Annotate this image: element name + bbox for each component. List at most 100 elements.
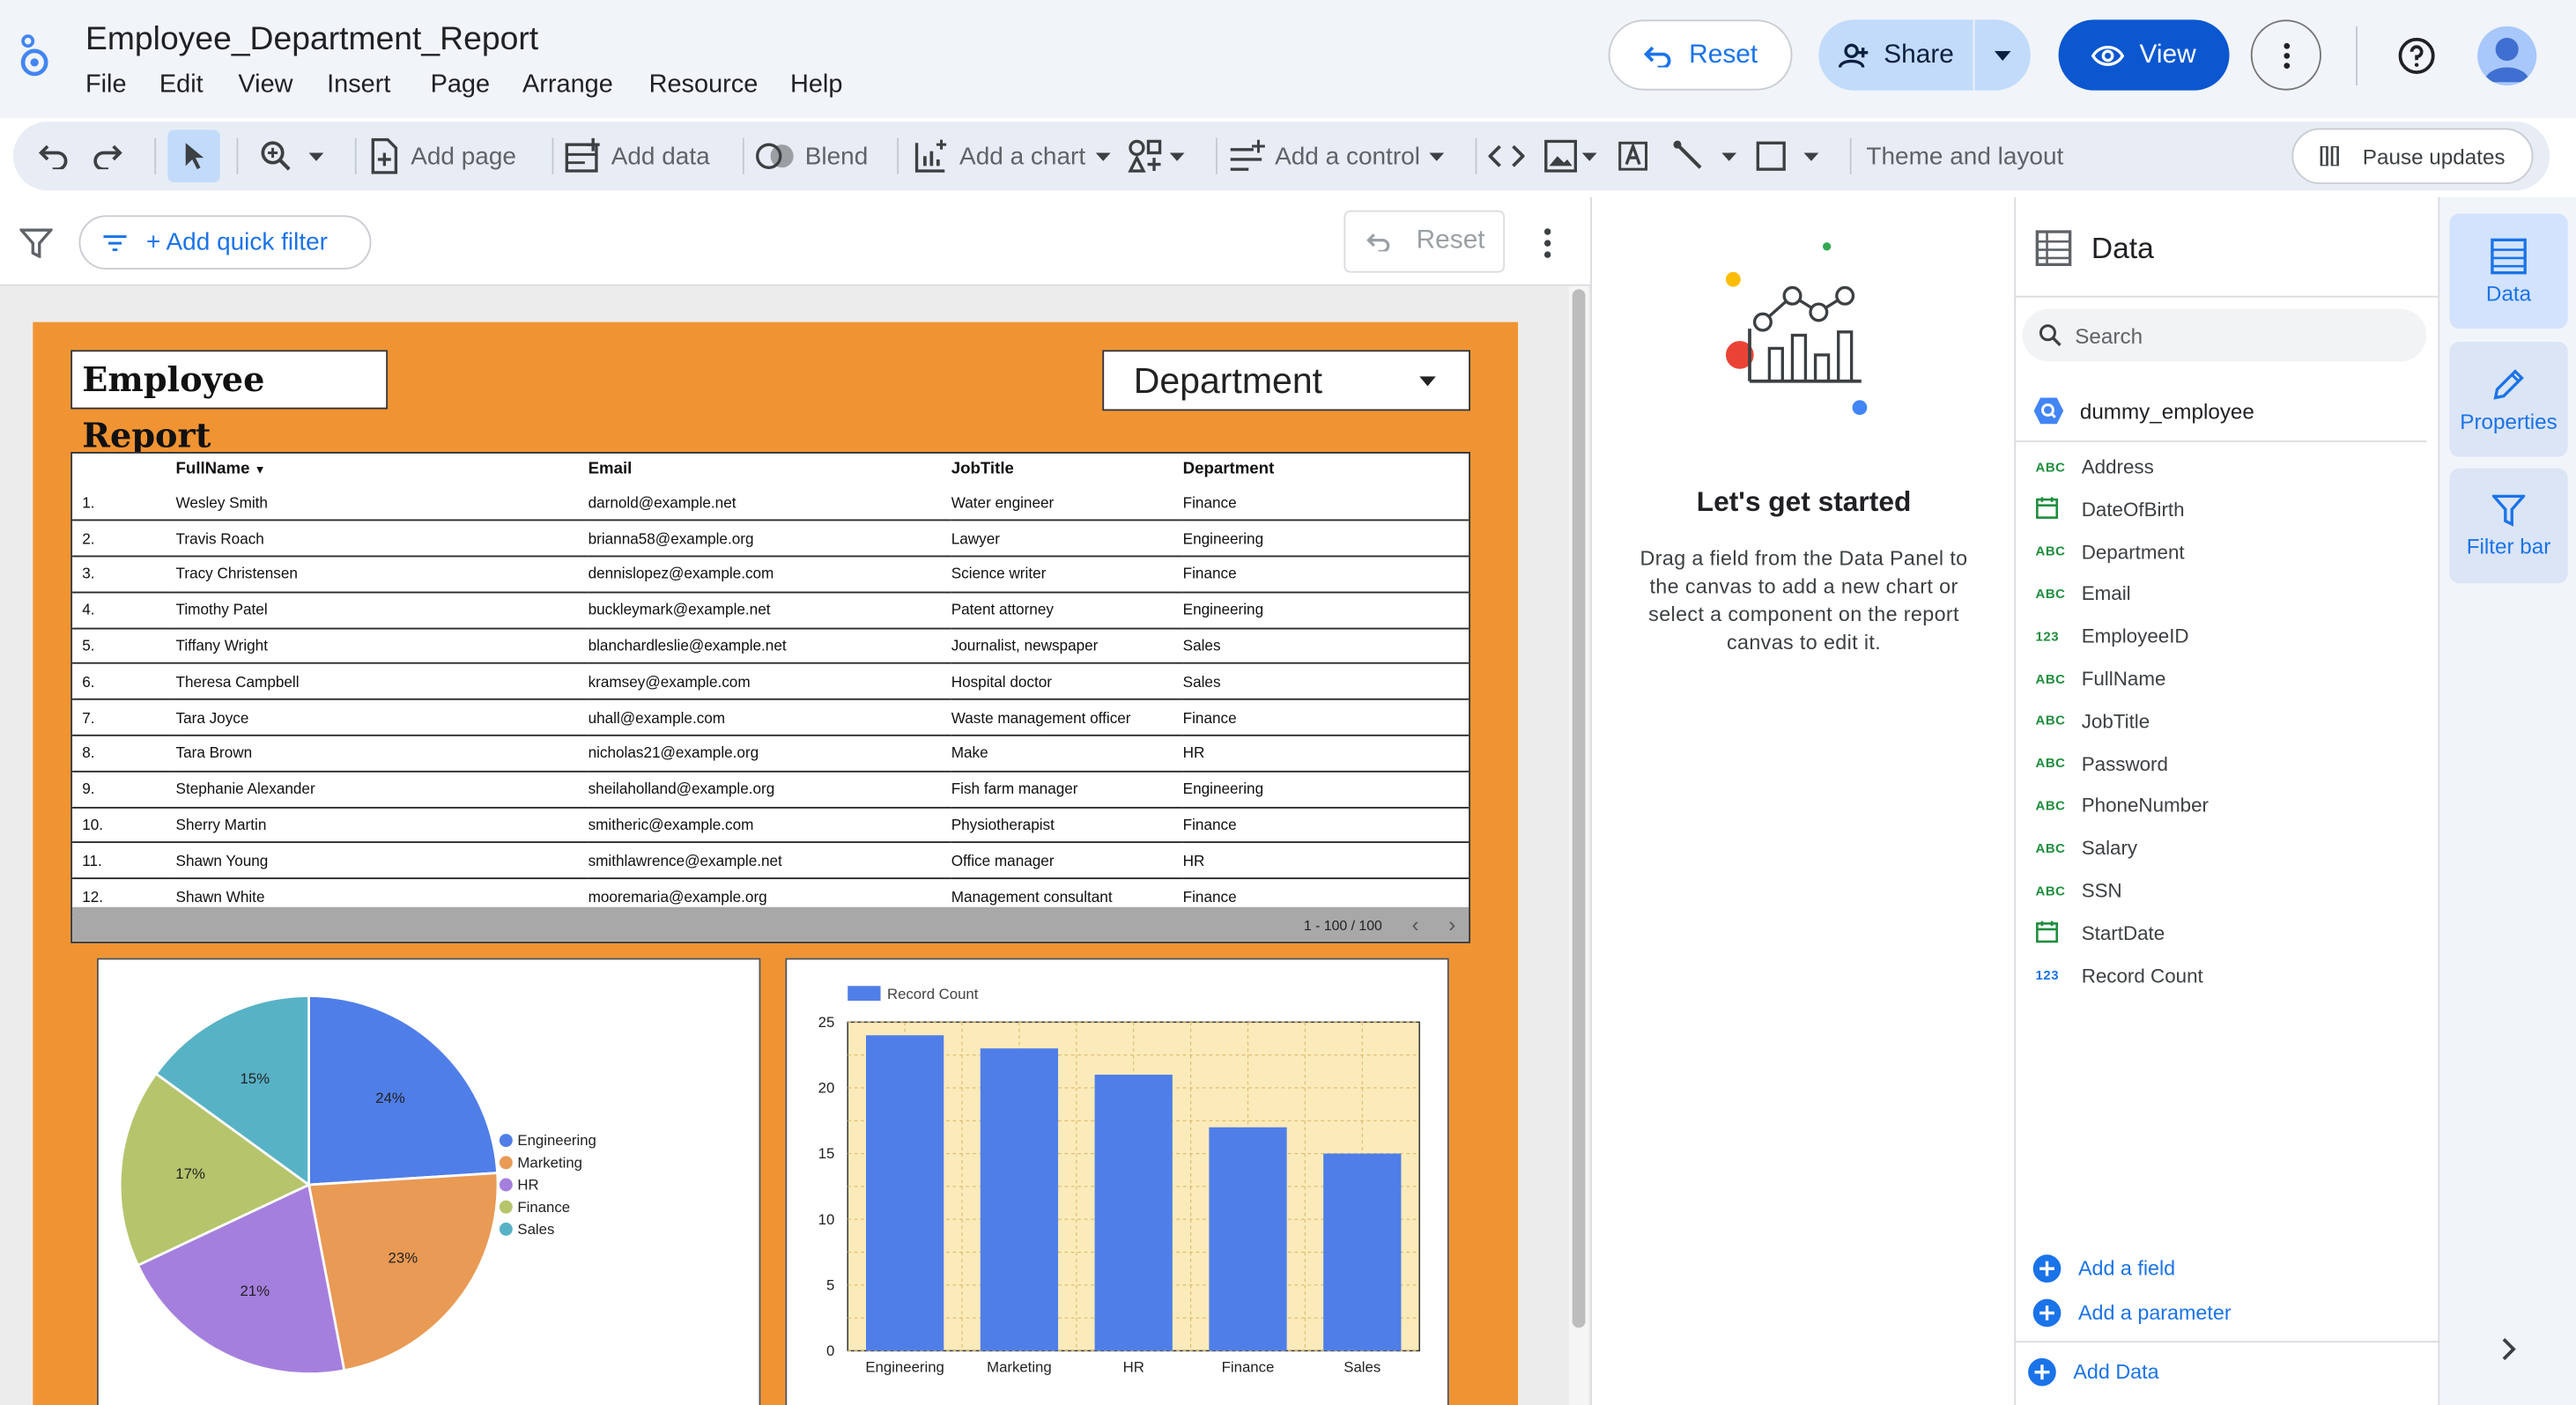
- x-tick-label: HR: [1123, 1359, 1144, 1376]
- field-item[interactable]: 123 Record Count: [2035, 959, 2202, 992]
- add-control-button[interactable]: Add a control: [1229, 122, 1445, 190]
- field-item[interactable]: ABC Address: [2035, 450, 2153, 483]
- zoom-button[interactable]: [260, 122, 324, 190]
- pie-chart-card[interactable]: 24% 23% 21% 17% 15% Engineering Marketing HR Fin…: [97, 958, 761, 1405]
- chevron-right-icon[interactable]: ›: [1448, 912, 1455, 936]
- table-row[interactable]: 4. Timothy Patel buckleymark@example.net Pa…: [72, 592, 1469, 629]
- text-box-icon[interactable]: [1617, 122, 1649, 190]
- filter-reset-button[interactable]: Reset: [1344, 210, 1506, 273]
- employee-table[interactable]: FullName ▼ Email JobTitle Department 1. W…: [70, 452, 1470, 943]
- table-row[interactable]: 7. Tara Joyce uhall@example.com Waste manag…: [72, 699, 1469, 736]
- search-input[interactable]: Search: [2022, 308, 2427, 362]
- select-tool-button[interactable]: [167, 129, 220, 183]
- field-item[interactable]: ABC PhoneNumber: [2035, 789, 2209, 822]
- menu-help[interactable]: Help: [790, 70, 842, 100]
- table-row[interactable]: 1. Wesley Smith darnold@example.net Water e…: [72, 484, 1469, 521]
- field-item[interactable]: ABC FullName: [2035, 662, 2165, 695]
- field-item[interactable]: ABC Password: [2035, 747, 2167, 780]
- avatar[interactable]: [2477, 26, 2537, 86]
- filter-icon[interactable]: [18, 228, 55, 266]
- report-title[interactable]: Employee Report: [70, 350, 389, 455]
- add-data-button[interactable]: Add data: [565, 122, 710, 190]
- shape-button[interactable]: [1755, 122, 1819, 190]
- field-item[interactable]: ABC Email: [2035, 578, 2130, 610]
- reset-button[interactable]: Reset: [1608, 19, 1793, 91]
- share-dropdown-button[interactable]: [1974, 19, 2030, 90]
- bar-hr[interactable]: [1094, 1075, 1173, 1351]
- rail-properties-button[interactable]: Properties: [2449, 342, 2568, 457]
- theme-and-layout-button[interactable]: Theme and layout: [1866, 122, 2063, 190]
- column-header-email[interactable]: Email: [588, 454, 951, 484]
- add-data-source-button[interactable]: Add Data: [2027, 1357, 2159, 1387]
- field-item[interactable]: ABC Department: [2035, 535, 2184, 567]
- add-chart-button[interactable]: Add a chart: [914, 122, 1111, 190]
- menu-page[interactable]: Page: [431, 70, 522, 100]
- field-item[interactable]: ABC JobTitle: [2035, 705, 2150, 737]
- rail-data-button[interactable]: Data: [2449, 213, 2568, 329]
- field-item[interactable]: ABC SSN: [2035, 874, 2121, 906]
- document-title[interactable]: Employee_Department_Report: [85, 21, 538, 59]
- field-item[interactable]: ABC Salary: [2035, 832, 2137, 864]
- table-row[interactable]: 10. Sherry Martin smitheric@example.com Phy…: [72, 807, 1469, 844]
- table-row[interactable]: 2. Travis Roach brianna58@example.org Lawye…: [72, 520, 1469, 558]
- field-type-badge: ABC: [2035, 756, 2066, 772]
- table-row[interactable]: 5. Tiffany Wright blanchardleslie@example.…: [72, 627, 1469, 665]
- scrollbar-thumb[interactable]: [1572, 289, 1586, 1328]
- image-button[interactable]: [1544, 122, 1597, 190]
- line-button[interactable]: [1672, 122, 1737, 190]
- chevron-right-icon[interactable]: [2500, 1336, 2517, 1371]
- vertical-dots-icon[interactable]: [1543, 228, 1551, 266]
- more-options-button[interactable]: [2250, 19, 2321, 91]
- bar-engineering[interactable]: [866, 1035, 944, 1351]
- bar-sales[interactable]: [1323, 1153, 1402, 1351]
- field-type-badge: ABC: [2035, 798, 2066, 814]
- field-item[interactable]: StartDate: [2035, 917, 2165, 950]
- blend-button[interactable]: Blend: [755, 122, 868, 190]
- embed-code-icon[interactable]: [1488, 122, 1525, 190]
- cell-email: uhall@example.com: [588, 699, 951, 736]
- table-row[interactable]: 8. Tara Brown nicholas21@example.org Make HR: [72, 735, 1469, 773]
- menu-edit[interactable]: Edit: [159, 70, 239, 100]
- view-button[interactable]: View: [2058, 19, 2230, 91]
- table-row[interactable]: 3. Tracy Christensen dennislopez@example.c…: [72, 556, 1469, 594]
- menu-insert[interactable]: Insert: [327, 70, 430, 100]
- menu-arrange[interactable]: Arrange: [522, 70, 649, 100]
- filter-bar: + Add quick filter Reset: [0, 196, 1591, 286]
- add-quick-filter-button[interactable]: + Add quick filter: [78, 215, 372, 270]
- pause-updates-button[interactable]: Pause updates: [2291, 128, 2534, 184]
- column-header-department[interactable]: Department: [1183, 454, 1469, 484]
- department-dropdown[interactable]: Department: [1102, 350, 1470, 411]
- add-field-button[interactable]: Add a field: [2032, 1253, 2175, 1283]
- add-page-button[interactable]: Add page: [368, 122, 516, 190]
- bar-finance[interactable]: [1209, 1127, 1287, 1351]
- menu-resource[interactable]: Resource: [649, 70, 790, 100]
- data-source-item[interactable]: dummy_employee: [2032, 395, 2254, 427]
- bar-chart-card[interactable]: 0 5 10 15 20 25 Engineering Marketing HR Finance S…: [785, 958, 1449, 1405]
- add-parameter-button[interactable]: Add a parameter: [2032, 1298, 2232, 1328]
- menu-view[interactable]: View: [238, 70, 327, 100]
- add-field-label: Add a field: [2077, 1257, 2176, 1281]
- table-row[interactable]: 6. Theresa Campbell kramsey@example.com Hos…: [72, 663, 1469, 701]
- pie-slice-label: 15%: [240, 1070, 270, 1087]
- chevron-left-icon[interactable]: ‹: [1411, 912, 1418, 936]
- cell-email: kramsey@example.com: [588, 663, 951, 701]
- canvas-scrollbar[interactable]: [1568, 285, 1589, 1405]
- table-row[interactable]: 9. Stephanie Alexander sheilaholland@examp…: [72, 771, 1469, 809]
- redo-icon[interactable]: [92, 122, 124, 190]
- undo-icon[interactable]: [36, 122, 69, 190]
- menu-file[interactable]: File: [85, 70, 159, 100]
- share-button[interactable]: Share: [1818, 19, 1973, 90]
- help-icon[interactable]: [2397, 36, 2437, 76]
- field-item[interactable]: 123 EmployeeID: [2035, 620, 2188, 653]
- cell-department: HR: [1182, 842, 1469, 880]
- community-viz-button[interactable]: [1127, 122, 1185, 190]
- bar-marketing[interactable]: [980, 1048, 1059, 1351]
- rail-filter-bar-button[interactable]: Filter bar: [2449, 468, 2568, 584]
- table-row[interactable]: 11. Shawn Young smithlawrence@example.net O…: [72, 842, 1469, 880]
- column-header-fullname[interactable]: FullName ▼: [176, 454, 588, 484]
- pause-label: Pause updates: [2362, 144, 2506, 169]
- field-type-badge: ABC: [2035, 544, 2066, 559]
- field-item[interactable]: DateOfBirth: [2035, 492, 2185, 525]
- column-header-jobtitle[interactable]: JobTitle: [951, 454, 1183, 484]
- looker-studio-logo-icon[interactable]: [17, 33, 53, 78]
